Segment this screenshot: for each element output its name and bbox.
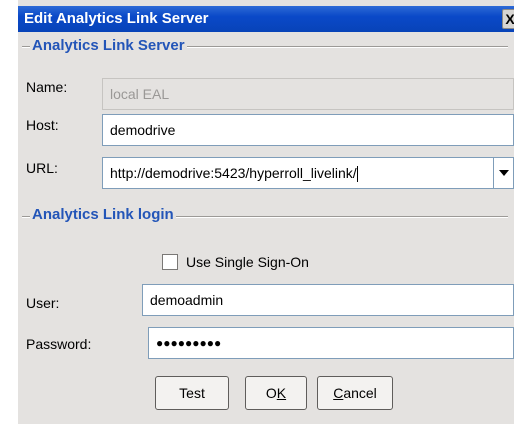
single-sign-on-label[interactable]: Use Single Sign-On [186, 254, 309, 270]
name-field: local EAL [102, 78, 514, 110]
ok-button-label: OK [265, 385, 287, 401]
test-button[interactable]: Test [155, 376, 229, 410]
user-value: demoadmin [150, 292, 224, 308]
host-input[interactable]: demodrive [102, 114, 514, 146]
host-label: Host: [26, 117, 59, 133]
name-value: local EAL [110, 86, 170, 102]
user-input[interactable]: demoadmin [142, 284, 514, 316]
login-group-title: Analytics Link login [30, 206, 176, 223]
test-button-label: Test [179, 385, 205, 401]
cancel-button[interactable]: Cancel [317, 376, 393, 410]
password-mask: ●●●●●●●●● [156, 336, 222, 350]
edit-analytics-link-server-dialog: Edit Analytics Link Server X Analytics L… [18, 0, 514, 424]
window-title: Edit Analytics Link Server [24, 10, 209, 27]
url-combobox[interactable]: http://demodrive:5423/hyperroll_livelink… [102, 157, 514, 189]
password-label: Password: [26, 336, 92, 352]
single-sign-on-checkbox[interactable] [162, 254, 178, 270]
user-label: User: [26, 295, 60, 311]
url-label: URL: [26, 160, 58, 176]
url-dropdown-button[interactable] [493, 158, 513, 188]
title-bar[interactable]: Edit Analytics Link Server [18, 6, 514, 32]
url-value: http://demodrive:5423/hyperroll_livelink… [110, 165, 357, 181]
close-icon: X [505, 11, 514, 27]
chevron-down-icon [499, 170, 509, 176]
host-value: demodrive [110, 122, 176, 138]
server-group-title: Analytics Link Server [30, 37, 187, 54]
text-caret [356, 166, 358, 183]
cancel-button-label: Cancel [333, 385, 377, 401]
close-button[interactable]: X [502, 9, 514, 29]
ok-button[interactable]: OK [245, 376, 307, 410]
password-input[interactable]: ●●●●●●●●● [148, 327, 514, 359]
name-label: Name: [26, 79, 68, 95]
